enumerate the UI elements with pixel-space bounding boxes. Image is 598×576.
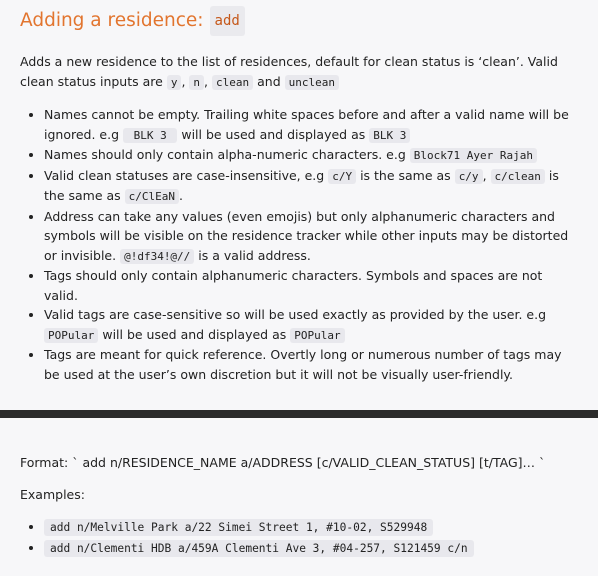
heading-text: Adding a residence: — [20, 10, 204, 31]
command-keyword: add — [209, 6, 245, 36]
examples-title: Examples: — [20, 487, 85, 502]
examples-list: add n/Melville Park a/22 Simei Street 1,… — [20, 517, 578, 559]
code-example: POPular — [290, 327, 345, 343]
note-tags-reference: Tags are meant for quick reference. Over… — [44, 345, 578, 384]
note-text: is the same as — [360, 167, 451, 183]
section-divider — [0, 410, 598, 418]
instructions-panel: Adding a residence: add Adds a new resid… — [0, 0, 598, 410]
note-clean-status: Valid clean statuses are case-insensitiv… — [44, 166, 578, 207]
note-text: Tags should only contain alphanumeric ch… — [44, 268, 543, 303]
code-clean: clean — [212, 75, 254, 90]
code-example: c/clean — [490, 168, 545, 184]
example-item: add n/Melville Park a/22 Simei Street 1,… — [44, 517, 578, 538]
code-n: n — [189, 75, 205, 90]
separator: , — [181, 74, 186, 89]
note-text: will be used and displayed as — [102, 326, 287, 342]
note-text: Valid tags are case-sensitive so will be… — [44, 307, 547, 322]
punctuation: . — [179, 188, 184, 203]
note-text: will be used and displayed as — [181, 126, 366, 142]
example-code: add n/Melville Park a/22 Simei Street 1,… — [44, 519, 434, 536]
code-example: c/ClEaN — [124, 189, 180, 204]
code-example: @!df34!@// — [120, 248, 195, 264]
separator: , — [204, 74, 209, 89]
code-example: c/Y — [328, 168, 357, 184]
note-address: Address can take any values (even emojis… — [44, 207, 578, 267]
note-text: is a valid address. — [198, 247, 311, 263]
note-name-alphanumeric: Names should only contain alpha-numeric … — [44, 145, 578, 166]
description: Adds a new residence to the list of resi… — [20, 52, 578, 93]
note-tags-alphanumeric: Tags should only contain alphanumeric ch… — [44, 266, 578, 305]
code-example: Block71 Ayer Rajah — [409, 148, 537, 163]
code-y: y — [166, 75, 182, 90]
note-tags-case: Valid tags are case-sensitive so will be… — [44, 305, 578, 345]
separator: , — [482, 167, 487, 183]
code-example: c/y — [454, 168, 483, 184]
code-example: BLK 3 — [123, 127, 178, 143]
code-example: BLK 3 — [369, 127, 411, 143]
section-heading: Adding a residence: add — [20, 6, 578, 36]
note-text: Tags are meant for quick reference. Over… — [44, 347, 562, 382]
note-text: Names should only contain alpha-numeric … — [44, 147, 406, 162]
code-example: POPular — [44, 327, 99, 343]
conjunction: and — [257, 74, 281, 89]
format-panel: Format: ` add n/RESIDENCE_NAME a/ADDRESS… — [0, 418, 598, 576]
format-line: Format: ` add n/RESIDENCE_NAME a/ADDRESS… — [20, 455, 546, 470]
note-text: Valid clean statuses are case-insensitiv… — [44, 167, 325, 183]
example-code: add n/Clementi HDB a/459A Clementi Ave 3… — [44, 540, 474, 557]
example-item: add n/Clementi HDB a/459A Clementi Ave 3… — [44, 538, 578, 559]
note-name-trim: Names cannot be empty. Trailing white sp… — [44, 105, 578, 145]
code-unclean: unclean — [284, 75, 339, 90]
notes-list: Names cannot be empty. Trailing white sp… — [20, 105, 578, 384]
